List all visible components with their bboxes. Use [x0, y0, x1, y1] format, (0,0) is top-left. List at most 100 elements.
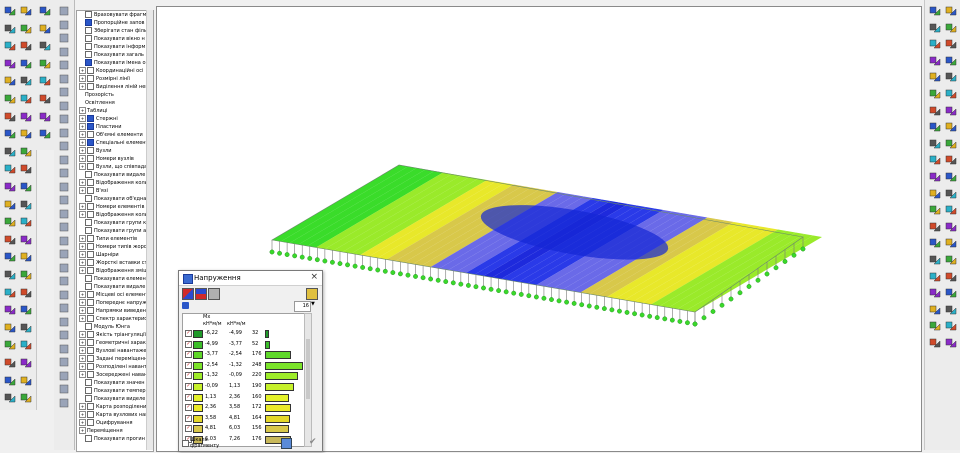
left2-tool-icon[interactable]: [38, 92, 52, 106]
right-tool-icon[interactable]: [928, 21, 942, 35]
support-node[interactable]: [382, 268, 388, 274]
expand-icon[interactable]: +: [79, 347, 86, 354]
support-node[interactable]: [737, 290, 743, 296]
tree-item-checkbox[interactable]: [87, 187, 94, 194]
right-tool-icon[interactable]: [944, 104, 958, 118]
tree-item-checkbox[interactable]: [87, 339, 94, 346]
support-node[interactable]: [375, 267, 381, 273]
right-tool-icon[interactable]: [944, 120, 958, 134]
left-tool-icon[interactable]: [19, 198, 33, 212]
tree-item[interactable]: Пропорційне запов: [79, 19, 144, 27]
support-node[interactable]: [601, 306, 607, 311]
support-node[interactable]: [314, 257, 320, 263]
support-node[interactable]: [677, 319, 683, 324]
tree-item-checkbox[interactable]: [87, 243, 94, 250]
right-tool-icon[interactable]: [944, 87, 958, 101]
tree-item-checkbox[interactable]: [87, 251, 94, 258]
display-option-icon[interactable]: [57, 139, 71, 153]
left-tool-icon[interactable]: [19, 303, 33, 317]
left-tool-icon[interactable]: [3, 233, 17, 247]
expand-icon[interactable]: +: [79, 163, 86, 170]
tree-item[interactable]: + Шарніри: [79, 251, 119, 259]
legend-row[interactable]: ✓ -6,22 -4,99 32: [183, 328, 305, 338]
left2-tool-icon[interactable]: [38, 39, 52, 53]
left-tool-icon[interactable]: [19, 233, 33, 247]
tree-item[interactable]: + Вузли: [79, 147, 112, 155]
left2-tool-icon[interactable]: [38, 127, 52, 141]
tree-item-checkbox[interactable]: [85, 379, 92, 386]
color-swatch[interactable]: [193, 425, 203, 434]
tree-item-checkbox[interactable]: [87, 299, 94, 306]
right-tool-icon[interactable]: [928, 236, 942, 250]
left-tool-icon[interactable]: [3, 303, 17, 317]
support-node[interactable]: [728, 296, 734, 302]
display-option-icon[interactable]: [57, 58, 71, 72]
expand-icon[interactable]: +: [79, 419, 86, 426]
support-node[interactable]: [443, 279, 449, 284]
legend-row[interactable]: ✓ -0,09 1,13 190: [183, 381, 305, 391]
left2-tool-icon[interactable]: [38, 74, 52, 88]
row-visible-checkbox[interactable]: ✓: [185, 351, 192, 359]
support-node[interactable]: [360, 265, 366, 270]
right-tool-icon[interactable]: [944, 54, 958, 68]
left-tool-icon[interactable]: [3, 145, 17, 159]
left-tool-icon[interactable]: [19, 180, 33, 194]
tree-item-checkbox[interactable]: [85, 219, 92, 226]
display-option-icon[interactable]: [57, 342, 71, 356]
tree-item[interactable]: + Попереднє напруже: [79, 299, 150, 307]
expand-icon[interactable]: +: [79, 299, 86, 306]
support-node[interactable]: [609, 307, 615, 313]
tree-item[interactable]: + Карта вузлових нав: [79, 411, 148, 419]
tree-item[interactable]: + Номери вузлів: [79, 155, 134, 163]
support-node[interactable]: [413, 274, 418, 279]
right-tool-icon[interactable]: [944, 187, 958, 201]
support-node[interactable]: [617, 308, 622, 314]
right-tool-icon[interactable]: [944, 236, 958, 250]
legend-row[interactable]: ✓ 2,36 3,58 172: [183, 402, 305, 413]
tree-item-checkbox[interactable]: [87, 179, 94, 186]
expand-icon[interactable]: +: [79, 251, 86, 258]
display-option-icon[interactable]: [57, 85, 71, 99]
left-tool-icon[interactable]: [3, 4, 17, 18]
row-visible-checkbox[interactable]: ✓: [185, 372, 192, 380]
tree-item[interactable]: Модуль Юнга: [79, 323, 130, 331]
right-tool-icon[interactable]: [928, 336, 942, 350]
support-node[interactable]: [496, 288, 502, 293]
display-option-icon[interactable]: [57, 288, 71, 302]
support-node[interactable]: [277, 250, 282, 256]
left-tool-icon[interactable]: [3, 356, 17, 370]
expand-icon[interactable]: +: [79, 307, 86, 314]
support-node[interactable]: [526, 293, 532, 299]
color-swatch[interactable]: [193, 404, 203, 413]
tree-item[interactable]: + Якість тріангуляції: [79, 331, 146, 339]
right-tool-icon[interactable]: [944, 303, 958, 317]
support-node[interactable]: [654, 315, 660, 320]
color-swatch[interactable]: [193, 351, 203, 360]
display-option-icon[interactable]: [57, 72, 71, 86]
tree-item-checkbox[interactable]: [85, 195, 92, 202]
support-node[interactable]: [307, 256, 313, 261]
left-tool-icon[interactable]: [19, 92, 33, 106]
legend-row[interactable]: ✓ 1,13 2,36 160: [183, 392, 305, 402]
expand-icon[interactable]: +: [79, 243, 86, 250]
row-visible-checkbox[interactable]: ✓: [185, 330, 192, 337]
right-tool-icon[interactable]: [928, 4, 942, 18]
support-node[interactable]: [594, 304, 600, 310]
tree-item-checkbox[interactable]: [87, 419, 94, 426]
right-tool-icon[interactable]: [944, 270, 958, 284]
row-visible-checkbox[interactable]: ✓: [185, 340, 192, 348]
tree-item[interactable]: Освітлення: [79, 99, 115, 107]
expand-icon[interactable]: +: [79, 115, 86, 122]
tree-item-checkbox[interactable]: [87, 203, 94, 210]
support-node[interactable]: [435, 277, 441, 283]
legend-row[interactable]: ✓ 4,81 6,03 156: [183, 423, 305, 434]
legend-row[interactable]: ✓ -4,99 -3,77 52: [183, 339, 305, 349]
right-tool-icon[interactable]: [944, 170, 958, 184]
left-tool-icon[interactable]: [3, 127, 17, 141]
expand-icon[interactable]: +: [79, 211, 86, 218]
tree-item[interactable]: + Номери елементів: [79, 203, 144, 211]
support-node[interactable]: [428, 276, 434, 282]
color-swatch[interactable]: [193, 383, 203, 391]
left-tool-icon[interactable]: [3, 57, 17, 71]
left-tool-icon[interactable]: [19, 145, 33, 159]
